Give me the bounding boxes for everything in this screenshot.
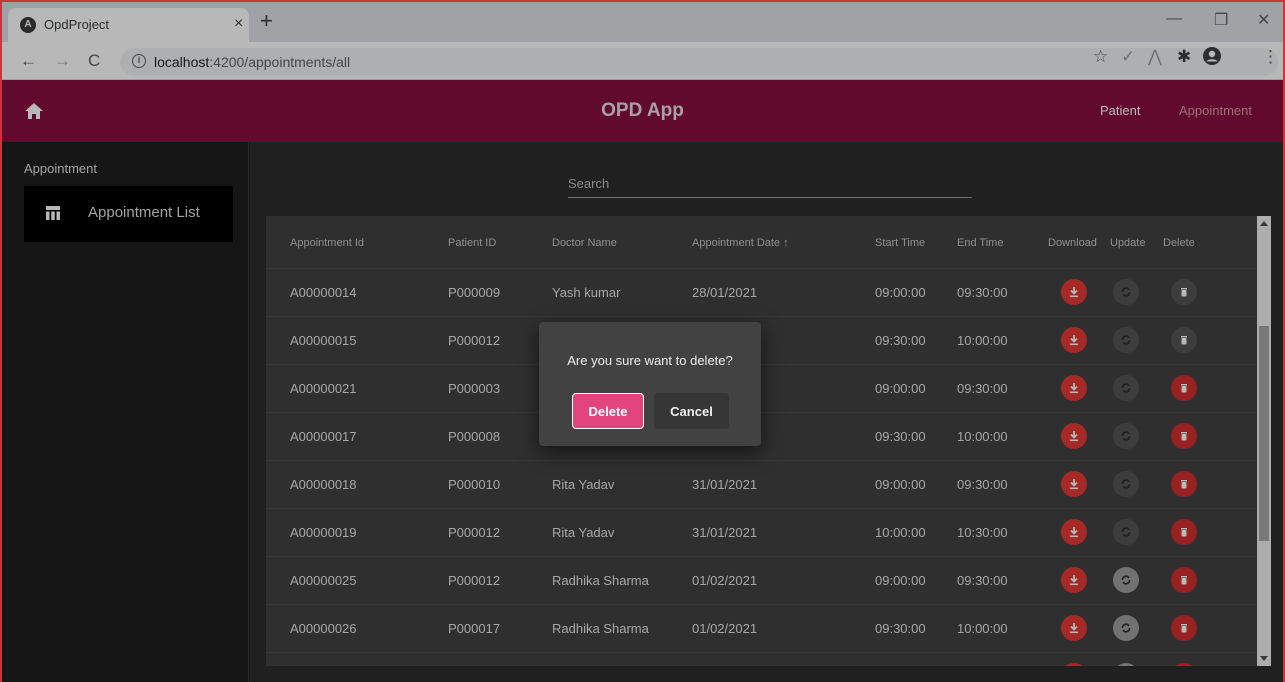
confirm-delete-dialog: Are you sure want to delete? Delete Canc… (539, 322, 761, 446)
cancel-button[interactable]: Cancel (654, 393, 729, 429)
dialog-message: Are you sure want to delete? (567, 353, 733, 368)
browser-window: A OpdProject × + — ❐ ✕ ← → C i localhost… (0, 0, 1285, 682)
confirm-delete-button[interactable]: Delete (572, 393, 644, 429)
